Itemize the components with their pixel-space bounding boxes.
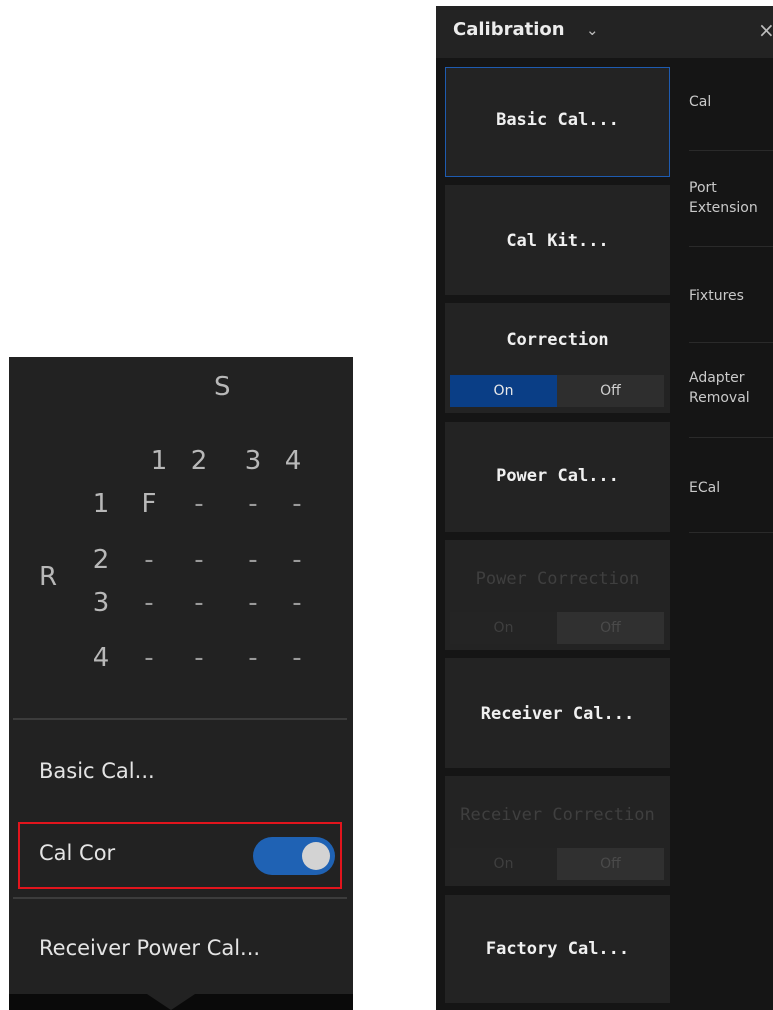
power-correction-off-option: Off xyxy=(557,612,664,644)
side-menu-adapter-removal-line1: Adapter xyxy=(689,370,745,386)
matrix-col-header: 3 xyxy=(244,446,262,476)
divider xyxy=(689,437,773,438)
side-menu-port-extension-line1: Port xyxy=(689,180,717,196)
matrix-row-header: 1 xyxy=(92,489,110,519)
matrix-cell[interactable]: - xyxy=(179,545,219,575)
receiver-correction-group: Receiver Correction On Off xyxy=(445,776,670,886)
close-icon[interactable]: × xyxy=(758,18,773,42)
receiver-cal-button[interactable]: Receiver Cal... xyxy=(445,658,670,768)
correction-group: Correction On Off xyxy=(445,303,670,413)
divider xyxy=(689,342,773,343)
factory-cal-button[interactable]: Factory Cal... xyxy=(445,895,670,1003)
receiver-correction-off-option: Off xyxy=(557,848,664,880)
power-correction-segmented-control: On Off xyxy=(450,612,664,644)
correction-label: Correction xyxy=(506,330,609,350)
matrix-col-header: 1 xyxy=(150,446,168,476)
matrix-cell[interactable]: - xyxy=(129,545,169,575)
divider xyxy=(13,897,347,899)
power-correction-label: Power Correction xyxy=(475,569,640,589)
matrix-cell[interactable]: - xyxy=(233,643,273,673)
receiver-correction-on-option: On xyxy=(450,848,557,880)
calibration-panel: Calibration ⌄ × Basic Cal... Cal Kit... … xyxy=(436,6,773,1010)
toggle-knob xyxy=(302,842,330,870)
matrix-cell[interactable]: - xyxy=(179,489,219,519)
basic-cal-menu-item[interactable]: Basic Cal... xyxy=(39,759,155,783)
cal-kit-label: Cal Kit... xyxy=(506,231,609,251)
factory-cal-label: Factory Cal... xyxy=(485,939,630,959)
panel-title[interactable]: Calibration xyxy=(453,19,565,40)
panel-header: Calibration ⌄ × xyxy=(436,6,773,58)
matrix-cell[interactable]: - xyxy=(179,643,219,673)
receiver-correction-label: Receiver Correction xyxy=(460,805,655,825)
side-menu-adapter-removal[interactable]: Adapter Removal xyxy=(689,368,750,408)
power-cal-label: Power Cal... xyxy=(496,466,619,486)
matrix-col-header: 2 xyxy=(190,446,208,476)
matrix-row-header: 2 xyxy=(92,545,110,575)
power-correction-group: Power Correction On Off xyxy=(445,540,670,650)
basic-cal-label: Basic Cal... xyxy=(496,110,619,130)
receiver-cal-label: Receiver Cal... xyxy=(480,704,635,724)
side-menu-fixtures[interactable]: Fixtures xyxy=(689,286,744,306)
correction-on-option[interactable]: On xyxy=(450,375,557,407)
matrix-cell[interactable]: - xyxy=(179,588,219,618)
matrix-cell[interactable]: - xyxy=(277,489,317,519)
cal-kit-button[interactable]: Cal Kit... xyxy=(445,185,670,295)
chevron-down-icon[interactable]: ⌄ xyxy=(586,21,599,39)
power-cal-button[interactable]: Power Cal... xyxy=(445,422,670,532)
popup-pointer xyxy=(147,994,195,1010)
divider xyxy=(13,718,347,720)
side-menu-port-extension[interactable]: Port Extension xyxy=(689,178,758,218)
side-menu-port-extension-line2: Extension xyxy=(689,200,758,216)
basic-cal-button[interactable]: Basic Cal... xyxy=(445,67,670,177)
matrix-r-label: R xyxy=(39,562,58,592)
power-correction-on-option: On xyxy=(450,612,557,644)
matrix-row-header: 3 xyxy=(92,588,110,618)
divider xyxy=(689,246,773,247)
matrix-cell[interactable]: - xyxy=(277,643,317,673)
side-menu-ecal[interactable]: ECal xyxy=(689,478,720,498)
matrix-cell[interactable]: - xyxy=(129,588,169,618)
side-menu-cal[interactable]: Cal xyxy=(689,92,711,112)
matrix-row-header: 4 xyxy=(92,643,110,673)
correction-segmented-control: On Off xyxy=(450,375,664,407)
side-menu-adapter-removal-line2: Removal xyxy=(689,390,750,406)
receiver-correction-segmented-control: On Off xyxy=(450,848,664,880)
matrix-cell[interactable]: - xyxy=(277,588,317,618)
cal-quick-panel: S 1 2 3 4 R 1 F - - - 2 - - - - 3 - - - … xyxy=(9,357,353,1010)
matrix-cell[interactable]: F xyxy=(129,489,169,519)
divider xyxy=(689,532,773,533)
cal-cor-label: Cal Cor xyxy=(39,841,116,865)
receiver-power-cal-menu-item[interactable]: Receiver Power Cal... xyxy=(39,936,260,960)
matrix-cell[interactable]: - xyxy=(277,545,317,575)
matrix-cell[interactable]: - xyxy=(129,643,169,673)
divider xyxy=(689,150,773,151)
matrix-s-label: S xyxy=(214,372,231,402)
cal-cor-toggle[interactable] xyxy=(253,837,335,875)
correction-off-option[interactable]: Off xyxy=(557,375,664,407)
matrix-cell[interactable]: - xyxy=(233,545,273,575)
matrix-cell[interactable]: - xyxy=(233,588,273,618)
matrix-col-header: 4 xyxy=(284,446,302,476)
matrix-cell[interactable]: - xyxy=(233,489,273,519)
